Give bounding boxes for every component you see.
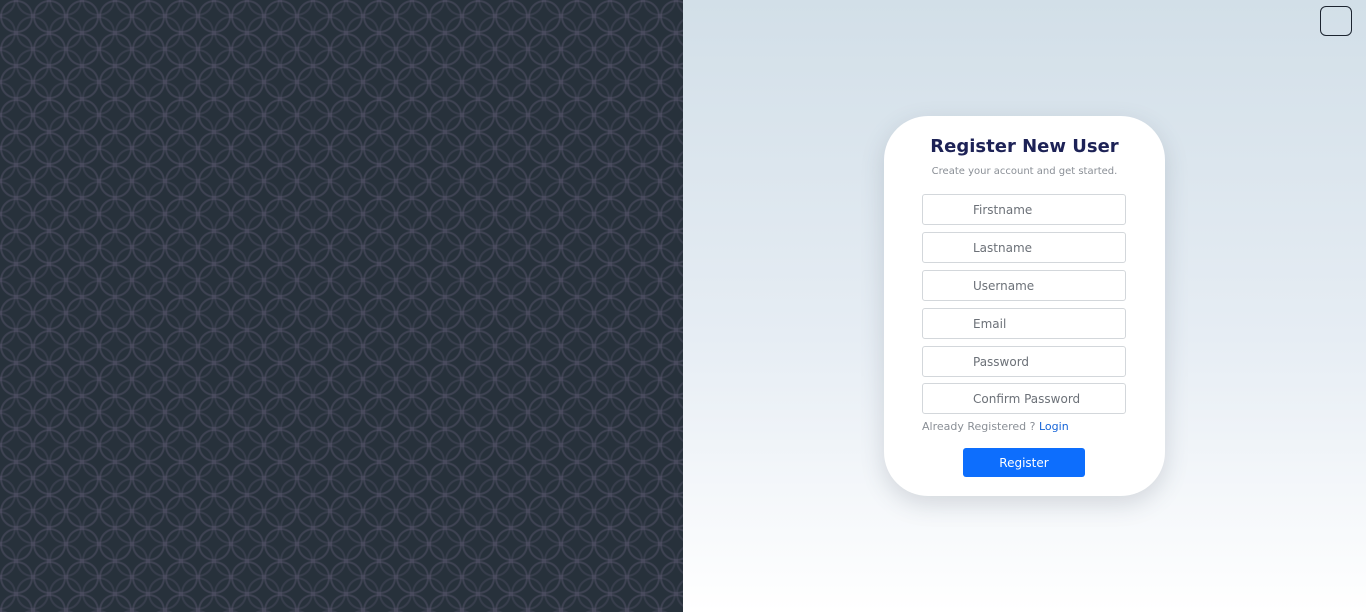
register-card: Register New User Create your account an… <box>884 116 1165 496</box>
page-subtitle: Create your account and get started. <box>931 166 1118 177</box>
menu-toggle-button[interactable] <box>1320 6 1352 36</box>
lastname-input[interactable] <box>922 232 1126 263</box>
login-link[interactable]: Login <box>1039 420 1069 433</box>
register-button[interactable]: Register <box>963 448 1085 477</box>
username-input[interactable] <box>922 270 1126 301</box>
firstname-input[interactable] <box>922 194 1126 225</box>
form-panel: Register New User Create your account an… <box>683 0 1366 612</box>
login-prompt: Already Registered ? Login <box>922 420 1069 433</box>
register-page: Register New User Create your account an… <box>0 0 1366 612</box>
page-title: Register New User <box>930 136 1119 157</box>
email-input[interactable] <box>922 308 1126 339</box>
decorative-pattern-panel <box>0 0 683 612</box>
password-input[interactable] <box>922 346 1126 377</box>
confirm-password-input[interactable] <box>922 383 1126 414</box>
already-registered-text: Already Registered ? <box>922 420 1036 433</box>
